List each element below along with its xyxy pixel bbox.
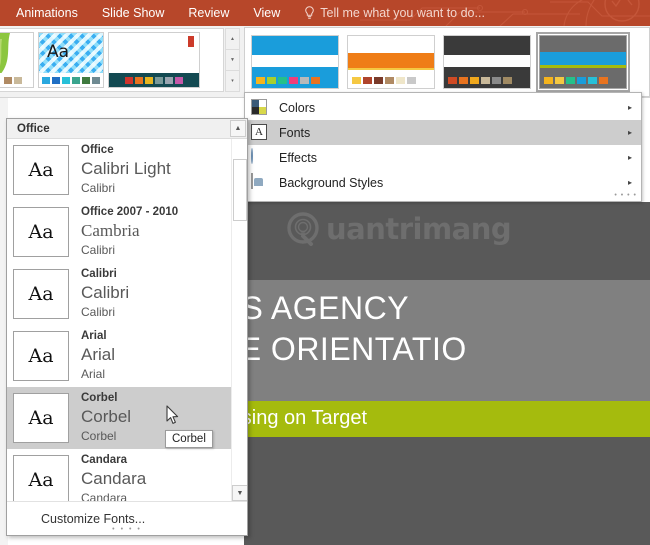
- theme-thumb-green[interactable]: [0, 32, 34, 88]
- font-preview-glyph: Aa: [13, 145, 69, 195]
- font-item-minor: Calibri: [81, 181, 116, 196]
- font-item-major: Cambria: [81, 221, 140, 241]
- effects-circle-icon: [251, 147, 269, 167]
- menu-resize-grip[interactable]: • • • •: [614, 192, 637, 199]
- font-item-name: Arial: [81, 329, 107, 342]
- variant-gray-blue-selected[interactable]: [536, 32, 630, 92]
- fonts-list-scrollbar[interactable]: ▼: [231, 139, 247, 501]
- powerpoint-window: Animations Slide Show Review View Tell m…: [0, 0, 650, 545]
- ribbon-tab-bar: Animations Slide Show Review View Tell m…: [0, 0, 650, 26]
- fonts-scroll-up-button[interactable]: ▲: [230, 120, 246, 137]
- tell-me-search[interactable]: Tell me what you want to do...: [304, 6, 485, 20]
- slide-title-line2: YEE ORIENTATIO: [244, 330, 467, 367]
- font-item-major: Candara: [81, 469, 147, 489]
- font-item-name: Office 2007 - 2010: [81, 205, 179, 218]
- green-swoosh-graphic: [0, 33, 10, 75]
- theme-thumb-dark-aa: Aa: [123, 39, 152, 64]
- fonts-group-header-label: Office: [17, 122, 50, 135]
- menu-item-fonts-label: Fonts: [279, 125, 311, 140]
- font-item-major: Corbel: [81, 407, 132, 427]
- font-item-candara[interactable]: Aa Candara Candara Candara: [7, 449, 231, 501]
- fonts-group-header: Office ▲: [7, 119, 247, 139]
- fonts-scrollbar-thumb[interactable]: [233, 159, 247, 221]
- ribbon-tabs: Animations Slide Show Review View Tell m…: [0, 0, 650, 26]
- font-item-arial[interactable]: Aa Arial Arial Arial: [7, 325, 231, 387]
- chevron-right-icon: ▸: [627, 128, 632, 137]
- themes-gallery[interactable]: Aa Aa: [0, 28, 224, 92]
- gallery-scroll-down-button[interactable]: ▼: [225, 49, 240, 70]
- font-item-major: Calibri: [81, 283, 130, 303]
- chevron-right-icon: ▸: [627, 103, 632, 112]
- slide-canvas[interactable]: uantrimang RKS AGENCY YEE ORIENTATIO ver…: [244, 202, 650, 545]
- variants-gallery[interactable]: [244, 27, 650, 97]
- slide-title[interactable]: RKS AGENCY YEE ORIENTATIO: [244, 288, 650, 370]
- font-item-minor: Calibri: [81, 305, 116, 320]
- font-item-minor: Corbel: [81, 429, 117, 444]
- chevron-right-icon: ▸: [627, 178, 632, 187]
- menu-item-background-styles-label: Background Styles: [279, 175, 384, 190]
- font-item-minor: Arial: [81, 367, 106, 382]
- background-styles-icon: [251, 172, 269, 192]
- dropdown-resize-grip[interactable]: • • • •: [112, 526, 142, 533]
- color-palette-icon: [251, 98, 269, 117]
- font-item-office-2007-2010[interactable]: Aa Office 2007 - 2010 Cambria Calibri: [7, 201, 231, 263]
- font-preview-glyph: Aa: [13, 331, 69, 381]
- themes-gallery-scrollbar[interactable]: ▲ ▼ ▾: [225, 28, 240, 92]
- fonts-dropdown: Office ▲ Aa Office Calibri Light Calibri…: [6, 118, 248, 536]
- slide-subtitle[interactable]: vertising on Target: [244, 407, 650, 430]
- font-preview-glyph: Aa: [13, 393, 69, 443]
- tab-animations[interactable]: Animations: [4, 0, 90, 26]
- font-preview-glyph: Aa: [13, 269, 69, 319]
- tell-me-label: Tell me what you want to do...: [320, 6, 485, 20]
- quantrimang-bulb-logo: [287, 212, 319, 246]
- menu-item-colors[interactable]: Colors ▸: [245, 95, 641, 120]
- variant-orange[interactable]: [347, 35, 435, 89]
- customize-fonts-row[interactable]: Customize Fonts... • • • •: [7, 501, 247, 535]
- font-letter-a-icon: A: [251, 123, 269, 142]
- font-item-major: Arial: [81, 345, 116, 365]
- variant-dark[interactable]: [443, 35, 531, 89]
- variant-blue[interactable]: [251, 35, 339, 89]
- tab-view[interactable]: View: [241, 0, 292, 26]
- font-item-calibri[interactable]: Aa Calibri Calibri Calibri: [7, 263, 231, 325]
- watermark: uantrimang: [286, 212, 512, 246]
- mouse-cursor: [166, 405, 179, 424]
- menu-item-colors-label: Colors: [279, 100, 316, 115]
- tab-review[interactable]: Review: [176, 0, 241, 26]
- menu-item-effects-label: Effects: [279, 150, 317, 165]
- theme-thumb-blue-pattern[interactable]: Aa: [38, 32, 104, 88]
- font-item-minor: Candara: [81, 491, 128, 501]
- customize-fonts-label: Customize Fonts...: [41, 511, 146, 526]
- menu-item-fonts[interactable]: A Fonts ▸: [245, 120, 641, 145]
- watermark-text: uantrimang: [326, 212, 512, 246]
- tab-slide-show[interactable]: Slide Show: [90, 0, 177, 26]
- menu-item-background-styles[interactable]: Background Styles ▸: [245, 170, 641, 195]
- font-preview-glyph: Aa: [13, 207, 69, 257]
- theme-dropdown-menu: Colors ▸ A Fonts ▸ Effects ▸ Background …: [244, 92, 642, 202]
- font-item-name: Office: [81, 143, 114, 156]
- fonts-scroll-down-button[interactable]: ▼: [232, 485, 247, 501]
- lightbulb-icon: [305, 6, 315, 19]
- font-preview-glyph: Aa: [13, 455, 69, 501]
- font-item-office[interactable]: Aa Office Calibri Light Calibri: [7, 139, 231, 201]
- slide-title-line1: RKS AGENCY: [244, 290, 410, 326]
- font-item-major: Calibri Light: [81, 159, 171, 179]
- tooltip: Corbel: [165, 430, 213, 448]
- menu-item-effects[interactable]: Effects ▸: [245, 145, 641, 170]
- gallery-scroll-up-button[interactable]: ▲: [225, 28, 240, 49]
- font-item-name: Candara: [81, 453, 128, 466]
- chevron-right-icon: ▸: [627, 153, 632, 162]
- theme-accent-mark: [188, 36, 194, 47]
- gallery-more-button[interactable]: ▾: [225, 70, 240, 92]
- font-item-name: Corbel: [81, 391, 118, 404]
- font-item-name: Calibri: [81, 267, 117, 280]
- ribbon-body: Aa Aa ▲ ▼ ▾: [0, 26, 650, 98]
- font-item-minor: Calibri: [81, 243, 116, 258]
- theme-thumb-dark-teal[interactable]: Aa: [108, 32, 200, 88]
- theme-thumb-blue-aa: Aa: [47, 42, 70, 62]
